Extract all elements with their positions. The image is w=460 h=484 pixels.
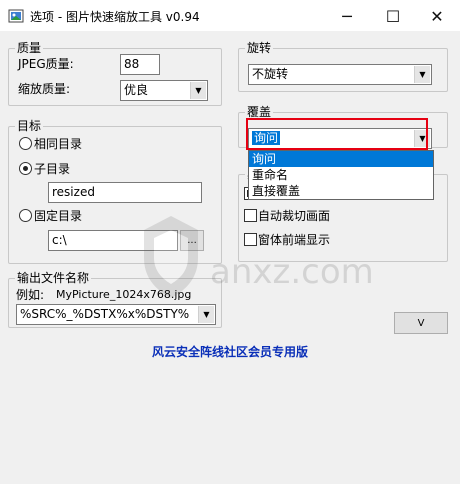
- topmost-label: 窗体前端显示: [258, 233, 331, 247]
- chevron-down-icon[interactable]: ▼: [198, 306, 214, 323]
- close-button[interactable]: ✕: [414, 0, 460, 32]
- rotate-select[interactable]: 不旋转 ▼: [248, 64, 432, 85]
- sub-dir-label: 子目录: [34, 162, 71, 176]
- fixed-dir-input[interactable]: c:\: [48, 230, 178, 251]
- overwrite-option-replace[interactable]: 直接覆盖: [249, 183, 433, 199]
- auto-crop-label: 自动裁切画面: [258, 209, 331, 223]
- quality-group-title: 质量: [15, 40, 44, 56]
- maximize-button[interactable]: ☐: [370, 0, 416, 32]
- chevron-down-icon[interactable]: ▼: [414, 66, 430, 83]
- example-label: 例如:: [16, 288, 45, 302]
- overwrite-option-ask[interactable]: 询问: [249, 151, 433, 167]
- output-group-title: 输出文件名称: [15, 270, 92, 286]
- title-bar: 选项 - 图片快速缩放工具 v0.94 ─ ☐ ✕: [0, 0, 460, 32]
- maximize-icon: ☐: [385, 6, 401, 26]
- overwrite-dropdown-list: 询问 重命名 直接覆盖: [248, 150, 434, 200]
- jpeg-quality-input[interactable]: 88: [120, 54, 160, 75]
- dialog-body: 质量 JPEG质量: 88 缩放质量: 优良 ▼ 目标 相同目录 子目录 res…: [0, 32, 460, 484]
- close-icon: ✕: [430, 6, 444, 26]
- edition-footer: 风云安全阵线社区会员专用版: [151, 345, 308, 359]
- minimize-icon: ─: [342, 6, 352, 26]
- ok-button[interactable]: V: [394, 312, 448, 334]
- rotate-value: 不旋转: [252, 67, 289, 81]
- filename-pattern-value: %SRC%_%DSTX%x%DSTY%: [20, 307, 190, 321]
- filename-pattern-select[interactable]: %SRC%_%DSTX%x%DSTY% ▼: [16, 304, 216, 325]
- overwrite-option-rename[interactable]: 重命名: [249, 167, 433, 183]
- same-dir-radio[interactable]: [19, 137, 32, 150]
- jpeg-quality-label: JPEG质量:: [18, 57, 74, 71]
- target-group-title: 目标: [15, 118, 44, 134]
- sub-dir-input[interactable]: resized: [48, 182, 202, 203]
- scale-quality-select[interactable]: 优良 ▼: [120, 80, 208, 101]
- sub-dir-radio[interactable]: [19, 162, 32, 175]
- window-title: 选项 - 图片快速缩放工具 v0.94: [30, 10, 200, 24]
- example-value: MyPicture_1024x768.jpg: [56, 288, 192, 301]
- scale-quality-value: 优良: [124, 83, 149, 97]
- chevron-down-icon[interactable]: ▼: [190, 82, 206, 99]
- browse-button[interactable]: ...: [180, 230, 204, 251]
- rotate-group-title: 旋转: [245, 40, 274, 56]
- highlight-annotation: [246, 118, 428, 150]
- app-icon: [8, 9, 24, 23]
- fixed-dir-label: 固定目录: [34, 209, 83, 223]
- same-dir-label: 相同目录: [34, 137, 83, 151]
- topmost-checkbox[interactable]: [244, 233, 257, 246]
- fixed-dir-radio[interactable]: [19, 209, 32, 222]
- minimize-button[interactable]: ─: [324, 0, 370, 32]
- scale-quality-label: 缩放质量:: [18, 82, 71, 96]
- auto-crop-checkbox[interactable]: [244, 209, 257, 222]
